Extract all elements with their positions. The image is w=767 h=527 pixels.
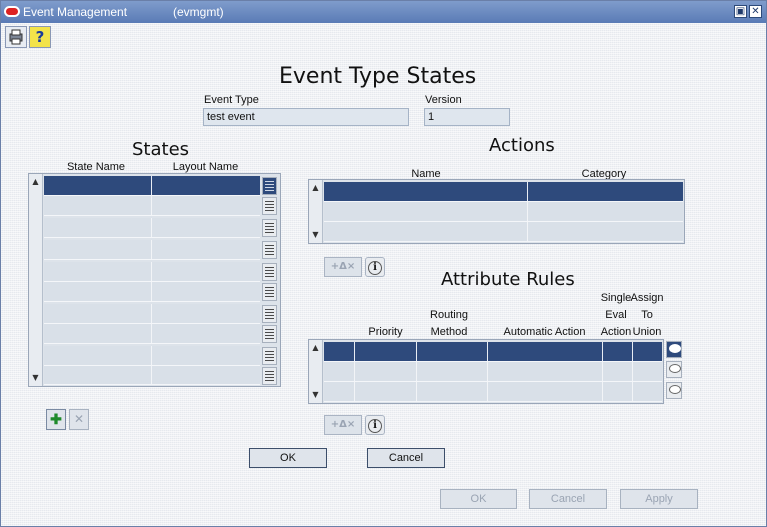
- table-row[interactable]: [324, 222, 683, 242]
- comment-icon[interactable]: [666, 361, 682, 378]
- table-row[interactable]: [44, 282, 260, 302]
- help-icon: ?: [35, 28, 45, 46]
- scroll-down-arrow[interactable]: ▼: [309, 229, 322, 241]
- footer-ok-button[interactable]: OK: [440, 489, 517, 509]
- table-row[interactable]: [324, 182, 683, 202]
- scroll-down-arrow[interactable]: ▼: [309, 389, 322, 401]
- table-row[interactable]: [44, 366, 260, 385]
- attribute-rules-info-button[interactable]: i: [365, 415, 385, 435]
- assign-union-column-header-line1: Assign: [630, 292, 664, 304]
- attribute-rules-heading: Attribute Rules: [441, 269, 575, 290]
- version-field[interactable]: 1: [424, 108, 510, 126]
- priority-column-header: Priority: [368, 326, 403, 338]
- footer-cancel-button[interactable]: Cancel: [529, 489, 607, 509]
- table-row[interactable]: [324, 382, 662, 402]
- row-detail-icon[interactable]: [262, 283, 277, 301]
- scroll-down-arrow[interactable]: ▼: [29, 372, 42, 384]
- actions-scrollbar[interactable]: ▲ ▼: [309, 180, 323, 243]
- table-row[interactable]: [44, 218, 260, 238]
- table-row[interactable]: [44, 240, 260, 260]
- window-subtitle: (evmgmt): [173, 5, 224, 19]
- event-management-window: Event Management (evmgmt) ▣ ✕ ? Event Ty…: [0, 0, 767, 527]
- delete-state-button[interactable]: ✕: [69, 409, 89, 430]
- attribute-rules-table[interactable]: ▲ ▼: [308, 339, 664, 404]
- cancel-button[interactable]: Cancel: [367, 448, 445, 468]
- actions-table[interactable]: ▲ ▼: [308, 179, 685, 244]
- table-row[interactable]: [324, 342, 662, 362]
- table-row[interactable]: [44, 262, 260, 282]
- table-row[interactable]: [44, 304, 260, 324]
- delete-icon: ✕: [73, 412, 85, 426]
- event-type-label: Event Type: [204, 94, 259, 106]
- oracle-logo-icon: [4, 6, 20, 17]
- row-detail-icon[interactable]: [262, 241, 277, 259]
- state-name-column-header: State Name: [66, 161, 126, 173]
- comment-icon[interactable]: [666, 382, 682, 399]
- table-row[interactable]: [324, 362, 662, 382]
- plus-icon: ✚: [50, 411, 62, 427]
- actions-info-button[interactable]: i: [365, 257, 385, 277]
- title-bar: Event Management (evmgmt) ▣ ✕: [1, 1, 766, 23]
- comment-icon[interactable]: [666, 341, 682, 358]
- window-title: Event Management: [23, 5, 128, 19]
- attribute-rules-scrollbar[interactable]: ▲ ▼: [309, 340, 323, 403]
- routing-column-header-line1: Routing: [430, 309, 468, 321]
- layout-name-column-header: Layout Name: [172, 161, 239, 173]
- scroll-up-arrow[interactable]: ▲: [309, 342, 322, 354]
- assign-union-column-header-line2: To: [641, 309, 653, 321]
- routing-column-header-line2: Method: [430, 326, 468, 338]
- row-detail-icon[interactable]: [262, 219, 277, 237]
- states-table[interactable]: ▲ ▼: [28, 173, 281, 387]
- row-detail-icon[interactable]: [262, 325, 277, 343]
- table-row[interactable]: [44, 196, 260, 216]
- row-detail-icon[interactable]: [262, 305, 277, 323]
- row-detail-icon[interactable]: [262, 197, 277, 215]
- table-row[interactable]: [44, 176, 260, 196]
- help-button[interactable]: ?: [29, 26, 51, 48]
- printer-icon: [9, 29, 23, 45]
- states-scrollbar[interactable]: ▲ ▼: [29, 174, 43, 386]
- states-heading: States: [132, 139, 190, 160]
- info-icon: i: [368, 419, 382, 433]
- print-button[interactable]: [5, 26, 27, 48]
- version-label: Version: [425, 94, 462, 106]
- page-title: Event Type States: [279, 64, 477, 89]
- ok-button[interactable]: OK: [249, 448, 327, 468]
- close-button[interactable]: ✕: [749, 5, 762, 18]
- automatic-action-column-header: Automatic Action: [503, 326, 586, 338]
- row-detail-icon[interactable]: [262, 347, 277, 365]
- actions-edit-toolbar[interactable]: +Δ×: [324, 257, 362, 277]
- table-row[interactable]: [44, 324, 260, 344]
- table-row[interactable]: [44, 346, 260, 366]
- actions-heading: Actions: [489, 135, 555, 156]
- row-detail-icon[interactable]: [262, 177, 277, 195]
- scroll-up-arrow[interactable]: ▲: [309, 182, 322, 194]
- event-type-field[interactable]: test event: [203, 108, 409, 126]
- apply-button[interactable]: Apply: [620, 489, 698, 509]
- row-detail-icon[interactable]: [262, 367, 277, 385]
- maximize-button[interactable]: ▣: [734, 5, 747, 18]
- info-icon: i: [368, 261, 382, 275]
- assign-union-column-header-line3: Union: [632, 326, 662, 338]
- scroll-up-arrow[interactable]: ▲: [29, 176, 42, 188]
- add-state-button[interactable]: ✚: [46, 409, 66, 430]
- row-detail-icon[interactable]: [262, 263, 277, 281]
- attribute-rules-edit-toolbar[interactable]: +Δ×: [324, 415, 362, 435]
- table-row[interactable]: [324, 202, 683, 222]
